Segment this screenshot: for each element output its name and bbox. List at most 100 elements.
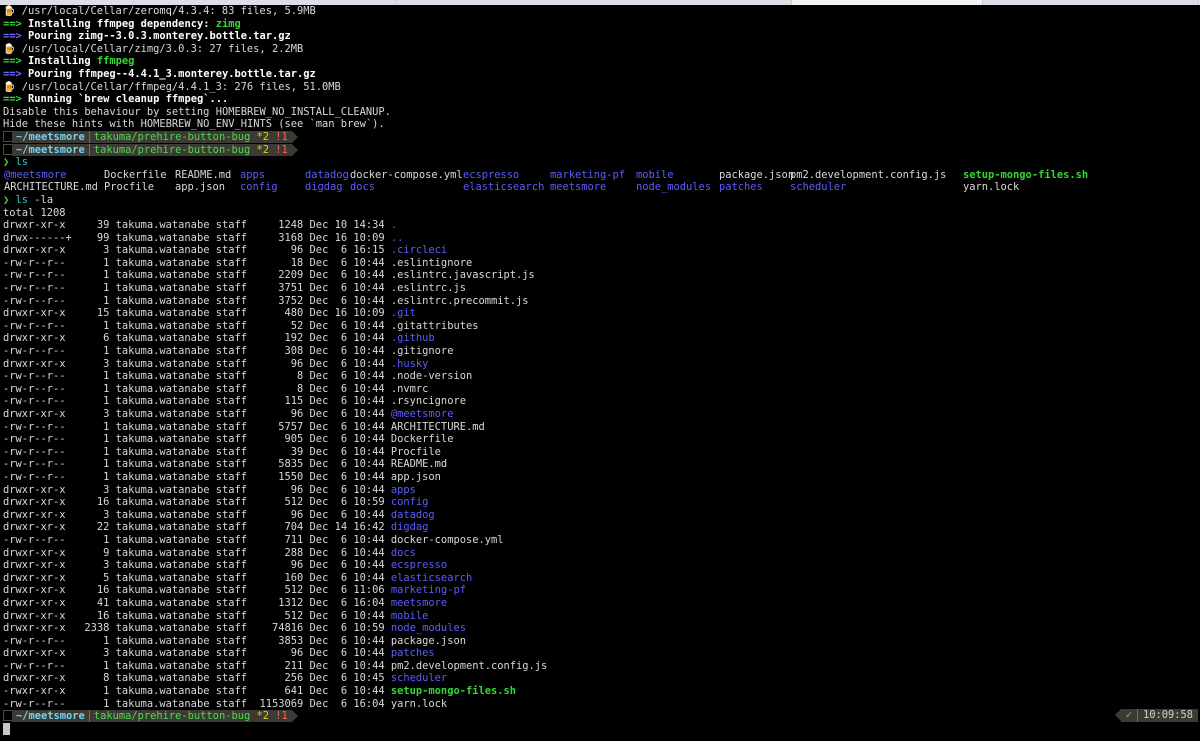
- file-group: staff: [209, 357, 254, 370]
- file-size: 480: [253, 307, 304, 320]
- file-name[interactable]: digdag: [391, 521, 429, 533]
- file-name[interactable]: setup-mongo-files.sh: [391, 685, 516, 697]
- file-name[interactable]: .nvmrc: [391, 383, 429, 395]
- file-group: staff: [209, 596, 254, 609]
- file-name[interactable]: README.md: [391, 458, 447, 470]
- file-name[interactable]: apps: [391, 484, 416, 496]
- file-name[interactable]: .node-version: [391, 370, 472, 382]
- file-link-count: 1: [78, 433, 110, 446]
- file-name[interactable]: .husky: [391, 358, 429, 370]
- file-name[interactable]: package.json: [391, 635, 466, 647]
- ls-entry[interactable]: @meetsmore: [4, 169, 67, 182]
- ls-entry[interactable]: apps: [240, 169, 265, 182]
- ls-entry[interactable]: README.md: [175, 169, 231, 182]
- ls-la-row: -rw-r--r-- 1 takuma.watanabe staff 52 De…: [0, 320, 1200, 333]
- file-group: staff: [209, 395, 254, 408]
- file-owner: takuma.watanabe: [109, 319, 210, 332]
- file-owner: takuma.watanabe: [109, 433, 210, 446]
- ls-entry[interactable]: node_modules: [636, 181, 711, 194]
- file-name[interactable]: .eslintrc.js: [391, 282, 466, 294]
- file-size: 3168: [253, 231, 304, 244]
- file-name[interactable]: docs: [391, 547, 416, 559]
- ls-entry[interactable]: digdag: [305, 181, 343, 194]
- file-link-count: 3: [78, 483, 110, 496]
- terminal-output[interactable]: 🍺 /usr/local/Cellar/zeromq/4.3.4: 83 fil…: [0, 5, 1200, 735]
- file-name[interactable]: .eslintignore: [391, 257, 472, 269]
- ls-entry[interactable]: elasticsearch: [463, 181, 544, 194]
- ls-entry[interactable]: mobile: [636, 169, 674, 182]
- file-name[interactable]: elasticsearch: [391, 572, 472, 584]
- file-link-count: 6: [78, 332, 110, 345]
- ls-la-row: -rw-r--r-- 1 takuma.watanabe staff 11530…: [0, 698, 1200, 711]
- ls-entry[interactable]: datadog: [305, 169, 349, 182]
- file-name[interactable]: scheduler: [391, 672, 447, 684]
- powerline-prompt: ~/meetsmore takuma/prehire-button-bug *2 …: [3, 710, 298, 723]
- ls-entry[interactable]: yarn.lock: [963, 181, 1019, 194]
- file-name[interactable]: ..: [391, 232, 404, 244]
- file-date: Dec 6 10:44: [303, 357, 391, 370]
- ls-entry[interactable]: app.json: [175, 181, 225, 194]
- file-owner: takuma.watanabe: [109, 571, 210, 584]
- file-owner: takuma.watanabe: [109, 470, 210, 483]
- ls-la-row: drwxr-xr-x 3 takuma.watanabe staff 96 De…: [0, 358, 1200, 371]
- ls-la-row: drwxr-xr-x 16 takuma.watanabe staff 512 …: [0, 584, 1200, 597]
- file-permissions: -rw-r--r--: [3, 697, 79, 710]
- file-size: 905: [253, 433, 304, 446]
- file-name[interactable]: mobile: [391, 610, 429, 622]
- file-name[interactable]: .eslintrc.javascript.js: [391, 269, 535, 281]
- file-name[interactable]: .gitattributes: [391, 320, 479, 332]
- ls-entry[interactable]: Dockerfile: [104, 169, 167, 182]
- file-size: 308: [253, 345, 304, 358]
- file-permissions: drwxr-xr-x: [3, 609, 79, 622]
- file-name[interactable]: app.json: [391, 471, 441, 483]
- file-name[interactable]: .eslintrc.precommit.js: [391, 295, 529, 307]
- ls-entry[interactable]: Procfile: [104, 181, 154, 194]
- file-name[interactable]: ARCHITECTURE.md: [391, 421, 485, 433]
- file-name[interactable]: ecspresso: [391, 559, 447, 571]
- file-name[interactable]: .github: [391, 332, 435, 344]
- file-name[interactable]: .: [391, 219, 397, 231]
- file-name[interactable]: marketing-pf: [391, 584, 466, 596]
- ls-entry[interactable]: docs: [350, 181, 375, 194]
- file-name[interactable]: docker-compose.yml: [391, 534, 504, 546]
- file-permissions: drwxr-xr-x: [3, 647, 79, 660]
- ls-entry[interactable]: ecspresso: [463, 169, 519, 182]
- file-link-count: 8: [78, 672, 110, 685]
- file-name[interactable]: .git: [391, 307, 416, 319]
- file-group: staff: [209, 269, 254, 282]
- ls-la-row: drwxr-xr-x 16 takuma.watanabe staff 512 …: [0, 496, 1200, 509]
- ls-entry[interactable]: marketing-pf: [550, 169, 625, 182]
- file-name[interactable]: Procfile: [391, 446, 441, 458]
- file-name[interactable]: .circleci: [391, 244, 447, 256]
- ls-entry[interactable]: meetsmore: [550, 181, 606, 194]
- file-size: 52: [253, 319, 304, 332]
- file-name[interactable]: meetsmore: [391, 597, 447, 609]
- brew-formula-name: ffmpeg: [96, 55, 135, 68]
- file-name[interactable]: node_modules: [391, 622, 466, 634]
- file-size: 711: [253, 533, 304, 546]
- file-name[interactable]: yarn.lock: [391, 698, 447, 710]
- file-name[interactable]: config: [391, 496, 429, 508]
- ls-entry[interactable]: config: [240, 181, 278, 194]
- ls-entry[interactable]: setup-mongo-files.sh: [963, 169, 1088, 182]
- file-owner: takuma.watanabe: [109, 559, 210, 572]
- file-owner: takuma.watanabe: [109, 483, 210, 496]
- ls-entry[interactable]: docker-compose.yml: [350, 169, 463, 182]
- ls-entry[interactable]: scheduler: [790, 181, 846, 194]
- file-name[interactable]: .gitignore: [391, 345, 454, 357]
- ls-entry[interactable]: pm2.development.config.js: [790, 169, 946, 182]
- ls-entry[interactable]: patches: [719, 181, 763, 194]
- file-name[interactable]: .rsyncignore: [391, 395, 466, 407]
- file-permissions: drwxr-xr-x: [3, 332, 79, 345]
- file-name[interactable]: patches: [391, 647, 435, 659]
- ls-entry[interactable]: package.json: [719, 169, 794, 182]
- ls-entry[interactable]: ARCHITECTURE.md: [4, 181, 98, 194]
- file-permissions: drwxr-xr-x: [3, 357, 79, 370]
- file-date: Dec 6 10:44: [303, 382, 391, 395]
- file-name[interactable]: datadog: [391, 509, 435, 521]
- file-group: staff: [209, 256, 254, 269]
- file-name[interactable]: @meetsmore: [391, 408, 454, 420]
- file-name[interactable]: Dockerfile: [391, 433, 454, 445]
- file-name[interactable]: pm2.development.config.js: [391, 660, 547, 672]
- file-group: staff: [209, 533, 254, 546]
